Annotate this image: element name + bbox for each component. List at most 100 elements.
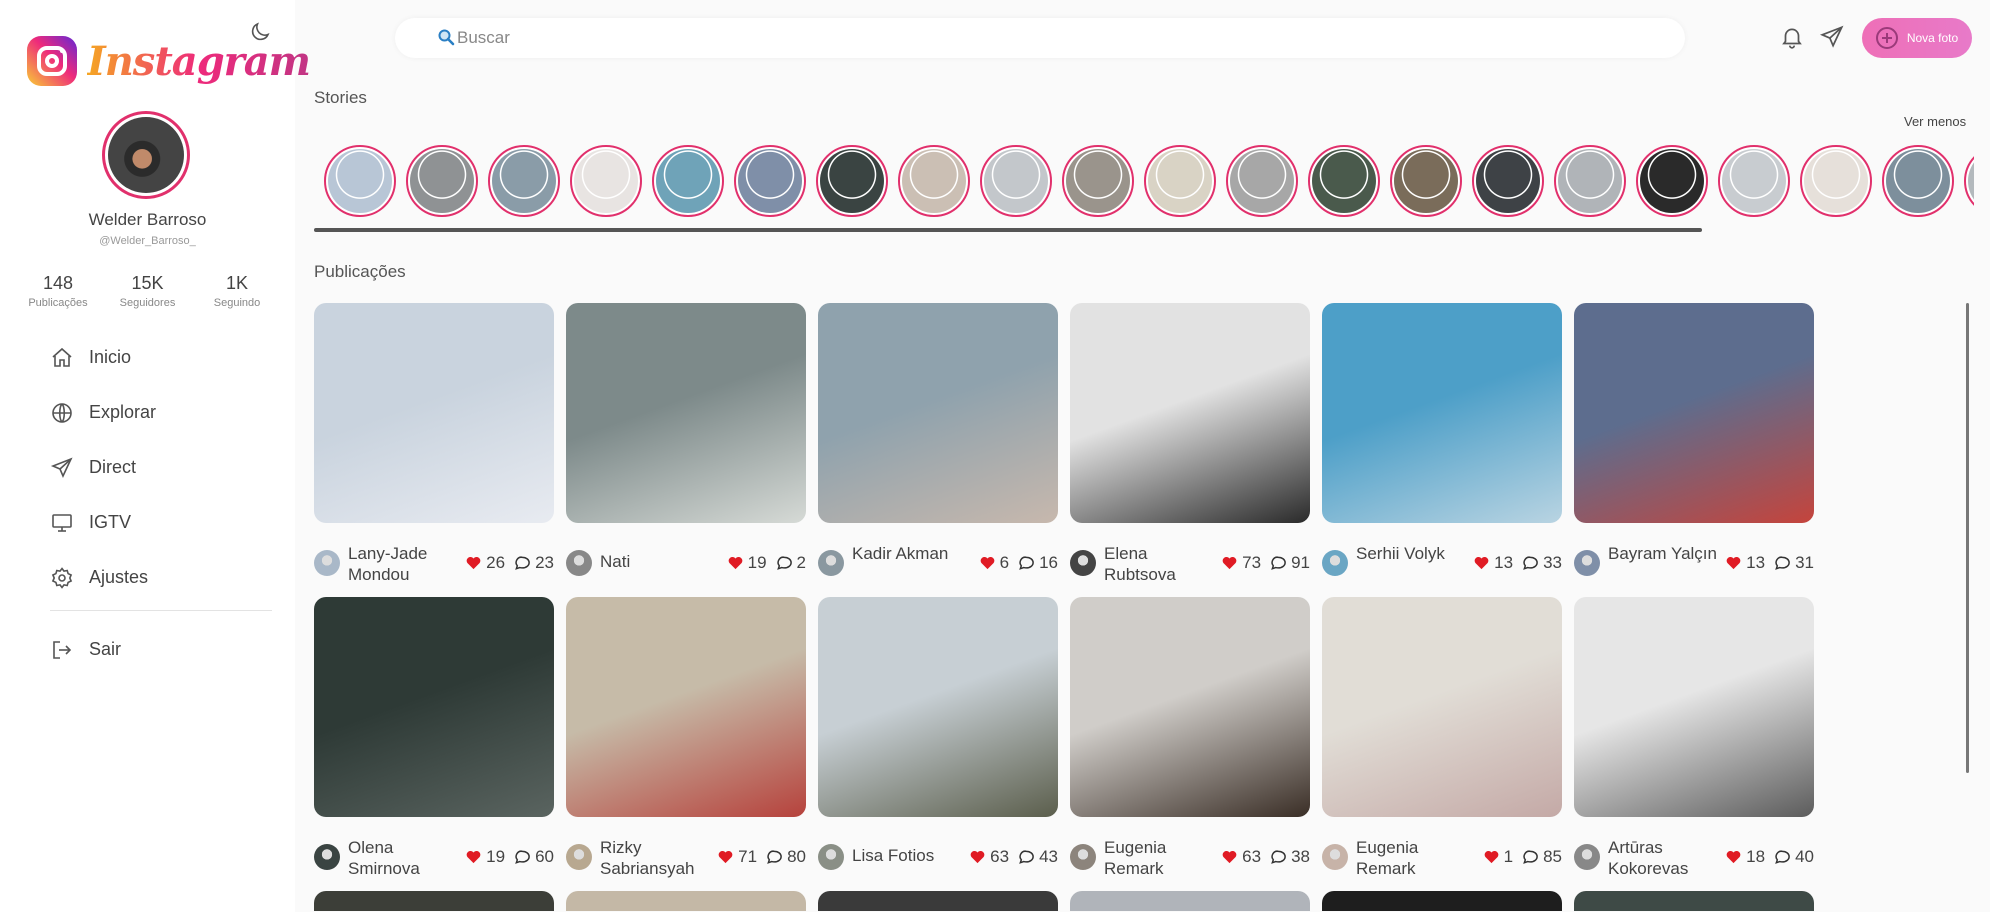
story-item[interactable] [1226,145,1298,217]
post-card[interactable]: Eugenia Remark 63 38 [1070,597,1310,879]
author-avatar[interactable] [1322,844,1348,870]
search-input[interactable] [457,28,1557,48]
profile-avatar-ring[interactable] [102,111,190,199]
story-item[interactable] [980,145,1052,217]
post-photo[interactable] [818,303,1058,523]
story-item[interactable] [1390,145,1462,217]
story-item[interactable] [1062,145,1134,217]
nav-item-igtv[interactable]: IGTV [50,495,280,550]
heart-icon[interactable] [1222,556,1237,570]
moon-icon[interactable] [248,20,272,44]
post-card[interactable]: Lany-Jade Mondou 26 23 [314,303,554,585]
author-name[interactable]: Olena Smirnova [348,837,458,879]
comment-icon[interactable] [1018,555,1035,571]
post-photo[interactable] [314,303,554,523]
post-photo[interactable] [1070,891,1310,911]
story-item[interactable] [488,145,560,217]
notifications-button[interactable] [1779,24,1805,50]
story-item[interactable] [816,145,888,217]
post-photo[interactable] [566,891,806,911]
heart-icon[interactable] [728,556,743,570]
author-avatar[interactable] [314,844,340,870]
comment-icon[interactable] [514,849,531,865]
comment-icon[interactable] [1774,849,1791,865]
author-avatar[interactable] [566,550,592,576]
post-card[interactable]: Artūras Kokorevas 18 40 [1574,597,1814,879]
author-name[interactable]: Artūras Kokorevas [1608,837,1718,879]
post-card[interactable]: Kadir Akman 6 16 [818,303,1058,583]
post-photo[interactable] [314,597,554,817]
post-card[interactable]: Nati 19 2 [566,303,806,583]
author-avatar[interactable] [1574,550,1600,576]
comment-icon[interactable] [1270,849,1287,865]
author-avatar[interactable] [818,844,844,870]
post-photo[interactable] [314,891,554,911]
comment-icon[interactable] [1018,849,1035,865]
post-card[interactable]: Elena Rubtsova 73 91 [1070,303,1310,585]
author-name[interactable]: Eugenia Remark [1104,837,1214,879]
post-photo[interactable] [1322,303,1562,523]
page-scrollbar[interactable] [1966,303,1969,773]
nav-item-direct[interactable]: Direct [50,440,280,495]
author-avatar[interactable] [566,844,592,870]
comment-icon[interactable] [1522,555,1539,571]
author-name[interactable]: Kadir Akman [852,543,962,564]
author-avatar[interactable] [1322,550,1348,576]
author-avatar[interactable] [1574,844,1600,870]
comment-icon[interactable] [514,555,531,571]
comment-icon[interactable] [1522,849,1539,865]
post-photo[interactable] [1574,303,1814,523]
post-card[interactable]: Bayram Yalçın 13 31 [1574,303,1814,583]
stat-posts[interactable]: 148 Publicações [20,273,96,309]
nav-item-ajustes[interactable]: Ajustes [50,550,280,605]
heart-icon[interactable] [1726,850,1741,864]
heart-icon[interactable] [970,850,985,864]
story-item[interactable] [1964,145,1974,217]
post-card[interactable]: Lisa Fotios 63 43 [818,597,1058,877]
author-name[interactable]: Lisa Fotios [852,845,972,866]
post-photo[interactable] [1574,597,1814,817]
author-name[interactable]: Lany-Jade Mondou [348,543,458,585]
post-photo[interactable] [1070,597,1310,817]
story-item[interactable] [1800,145,1872,217]
post-photo[interactable] [566,303,806,523]
post-photo[interactable] [1322,891,1562,911]
new-photo-button[interactable]: Nova foto [1862,18,1972,58]
story-item[interactable] [406,145,478,217]
author-avatar[interactable] [1070,844,1096,870]
author-name[interactable]: Bayram Yalçın [1608,543,1718,564]
author-avatar[interactable] [818,550,844,576]
see-less-link[interactable]: Ver menos [1904,114,1966,129]
nav-item-inicio[interactable]: Inicio [50,330,280,385]
post-photo[interactable] [1322,597,1562,817]
post-card[interactable]: Serhii Volyk 13 33 [1322,303,1562,583]
story-item[interactable] [1554,145,1626,217]
post-card[interactable]: Eugenia Remark 1 85 [1322,597,1562,878]
stories-scrollbar[interactable] [314,228,1702,232]
post-card[interactable]: Rizky Sabriansyah 71 80 [566,597,806,879]
story-item[interactable] [1882,145,1954,217]
story-item[interactable] [324,145,396,217]
author-name[interactable]: Rizky Sabriansyah [600,837,710,879]
story-item[interactable] [898,145,970,217]
author-avatar[interactable] [314,550,340,576]
heart-icon[interactable] [1474,556,1489,570]
author-name[interactable]: Serhii Volyk [1356,543,1466,564]
heart-icon[interactable] [466,556,481,570]
comment-icon[interactable] [1270,555,1287,571]
story-item[interactable] [1636,145,1708,217]
post-card[interactable]: Olena Smirnova 19 60 [314,597,554,879]
comment-icon[interactable] [1774,555,1791,571]
story-item[interactable] [1718,145,1790,217]
author-name[interactable]: Elena Rubtsova [1104,543,1214,585]
heart-icon[interactable] [980,556,995,570]
heart-icon[interactable] [1726,556,1741,570]
post-photo[interactable] [1070,303,1310,523]
story-item[interactable] [1472,145,1544,217]
heart-icon[interactable] [1484,850,1499,864]
heart-icon[interactable] [1222,850,1237,864]
comment-icon[interactable] [766,849,783,865]
story-item[interactable] [1308,145,1380,217]
stat-following[interactable]: 1K Seguindo [199,273,275,309]
story-item[interactable] [1144,145,1216,217]
